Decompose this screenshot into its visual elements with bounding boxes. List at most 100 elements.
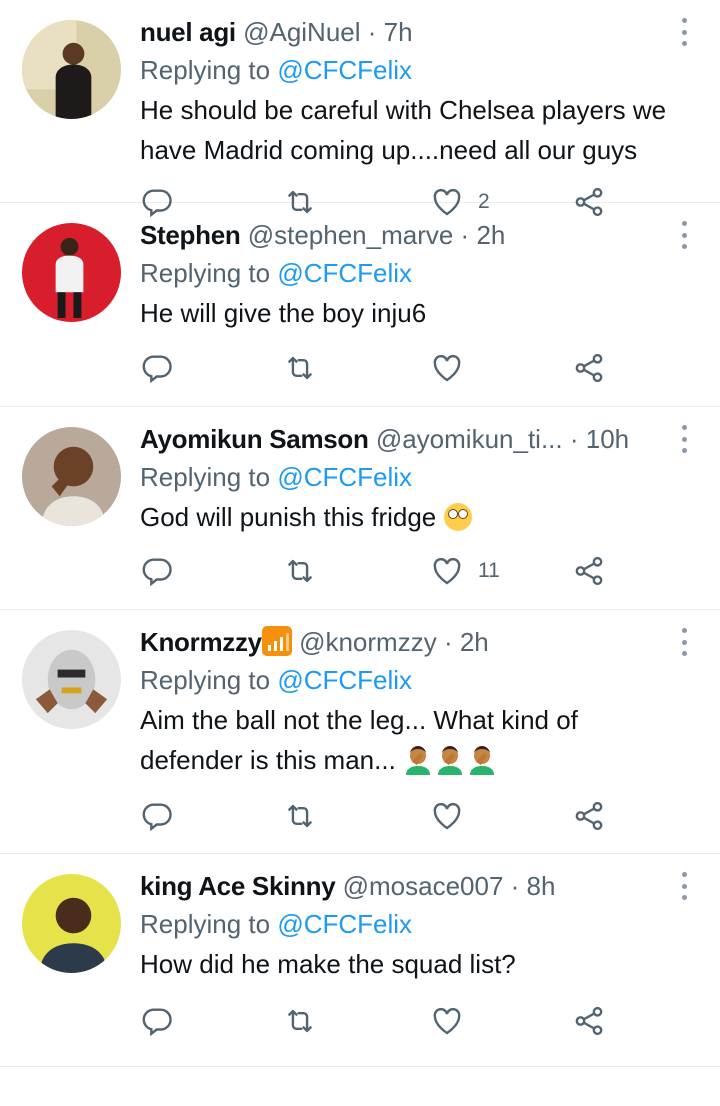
- tweet-text-line: defender is this man...: [140, 745, 396, 775]
- tweet-header: king Ace Skinny @mosace007 · 8h: [140, 868, 676, 904]
- avatar[interactable]: [22, 874, 121, 973]
- like-button[interactable]: [430, 796, 478, 836]
- antenna-bars-icon: [261, 626, 292, 656]
- user-handle[interactable]: @stephen_marve: [248, 220, 454, 250]
- replying-to: Replying to @CFCFelix: [140, 253, 676, 293]
- heart-icon: [430, 351, 464, 385]
- more-options-icon[interactable]: [674, 628, 694, 656]
- retweet-button[interactable]: [283, 796, 317, 836]
- replying-to-label: Replying to: [140, 909, 271, 939]
- user-handle[interactable]: @AgiNuel: [243, 17, 360, 47]
- share-icon: [572, 351, 606, 385]
- separator-dot: ·: [503, 871, 527, 901]
- separator-dot: ·: [453, 220, 477, 250]
- tweet-card[interactable]: king Ace Skinny @mosace007 · 8h Replying…: [0, 854, 720, 1067]
- display-name[interactable]: Knormzzy: [140, 627, 262, 657]
- avatar[interactable]: [22, 20, 121, 119]
- reply-icon: [140, 554, 174, 588]
- action-bar: 11: [140, 551, 640, 591]
- timestamp[interactable]: 7h: [384, 17, 413, 47]
- like-button[interactable]: [430, 348, 478, 388]
- retweet-button[interactable]: [283, 348, 317, 388]
- face-with-rolling-eyes-icon: [443, 503, 472, 531]
- replying-to: Replying to @CFCFelix: [140, 660, 676, 700]
- more-options-icon[interactable]: [674, 18, 694, 46]
- more-options-icon[interactable]: [674, 425, 694, 453]
- replying-to-link[interactable]: @CFCFelix: [277, 462, 412, 492]
- replying-to: Replying to @CFCFelix: [140, 904, 676, 944]
- replying-to-link[interactable]: @CFCFelix: [277, 909, 412, 939]
- man-facepalming-icon: [403, 745, 433, 775]
- avatar[interactable]: [22, 223, 121, 322]
- tweet-card[interactable]: Stephen @stephen_marve · 2h Replying to …: [0, 203, 720, 407]
- share-button[interactable]: [572, 348, 606, 388]
- tweet-header: nuel agi @AgiNuel · 7h: [140, 14, 676, 50]
- more-options-icon[interactable]: [674, 221, 694, 249]
- replying-to-link[interactable]: @CFCFelix: [277, 665, 412, 695]
- action-bar: [140, 1001, 640, 1041]
- reply-button[interactable]: [140, 348, 174, 388]
- action-bar: [140, 348, 640, 388]
- timestamp[interactable]: 10h: [586, 424, 629, 454]
- display-name[interactable]: king Ace Skinny: [140, 871, 336, 901]
- reply-icon: [140, 799, 174, 833]
- display-name[interactable]: Stephen: [140, 220, 241, 250]
- timestamp[interactable]: 2h: [460, 627, 489, 657]
- replying-to-label: Replying to: [140, 665, 271, 695]
- tweet-text: Aim the ball not the leg... What kind of…: [140, 700, 676, 780]
- retweet-icon: [283, 799, 317, 833]
- tweet-card[interactable]: nuel agi @AgiNuel · 7h Replying to @CFCF…: [0, 0, 720, 203]
- share-button[interactable]: [572, 551, 606, 591]
- tweet-text: God will punish this fridge: [140, 497, 676, 537]
- tweet-header: Knormzzy @knormzzy · 2h: [140, 624, 676, 660]
- user-handle[interactable]: @knormzzy: [299, 627, 437, 657]
- more-options-icon[interactable]: [674, 872, 694, 900]
- action-bar: [140, 796, 640, 836]
- share-icon: [572, 799, 606, 833]
- tweet-card[interactable]: Knormzzy @knormzzy · 2h Replying to @CFC…: [0, 610, 720, 854]
- display-name[interactable]: nuel agi: [140, 17, 236, 47]
- share-button[interactable]: [572, 1001, 606, 1041]
- reply-icon: [140, 351, 174, 385]
- tweet-text-line: God will punish this fridge: [140, 502, 437, 532]
- replying-to-label: Replying to: [140, 258, 271, 288]
- retweet-icon: [283, 1004, 317, 1038]
- replying-to: Replying to @CFCFelix: [140, 50, 676, 90]
- replying-to-label: Replying to: [140, 55, 271, 85]
- tweet-text: How did he make the squad list?: [140, 944, 676, 984]
- avatar[interactable]: [22, 427, 121, 526]
- timestamp[interactable]: 2h: [476, 220, 505, 250]
- user-handle[interactable]: @ayomikun_ti...: [376, 424, 563, 454]
- display-name[interactable]: Ayomikun Samson: [140, 424, 369, 454]
- share-icon: [572, 554, 606, 588]
- replying-to-label: Replying to: [140, 462, 271, 492]
- timestamp[interactable]: 8h: [527, 871, 556, 901]
- heart-icon: [430, 799, 464, 833]
- share-button[interactable]: [572, 796, 606, 836]
- replying-to-link[interactable]: @CFCFelix: [277, 258, 412, 288]
- heart-icon: [430, 554, 464, 588]
- avatar[interactable]: [22, 630, 121, 729]
- reply-button[interactable]: [140, 1001, 174, 1041]
- tweet-text: He will give the boy inju6: [140, 293, 676, 333]
- retweet-icon: [283, 351, 317, 385]
- tweet-header: Stephen @stephen_marve · 2h: [140, 217, 676, 253]
- like-button[interactable]: 11: [430, 551, 500, 591]
- reply-button[interactable]: [140, 796, 174, 836]
- separator-dot: ·: [360, 17, 384, 47]
- user-handle[interactable]: @mosace007: [343, 871, 504, 901]
- tweet-header: Ayomikun Samson @ayomikun_ti... · 10h: [140, 421, 676, 457]
- tweet-text-line: How did he make the squad list?: [140, 949, 516, 979]
- replying-to-link[interactable]: @CFCFelix: [277, 55, 412, 85]
- reply-icon: [140, 1004, 174, 1038]
- replying-to: Replying to @CFCFelix: [140, 457, 676, 497]
- separator-dot: ·: [436, 627, 460, 657]
- separator-dot: ·: [562, 424, 586, 454]
- tweet-card[interactable]: Ayomikun Samson @ayomikun_ti... · 10h Re…: [0, 407, 720, 610]
- tweet-text-line: He will give the boy inju6: [140, 298, 427, 328]
- retweet-button[interactable]: [283, 1001, 317, 1041]
- retweet-button[interactable]: [283, 551, 317, 591]
- reply-button[interactable]: [140, 551, 174, 591]
- like-button[interactable]: [430, 1001, 478, 1041]
- tweet-text-line: Aim the ball not the leg... What kind of: [140, 705, 578, 735]
